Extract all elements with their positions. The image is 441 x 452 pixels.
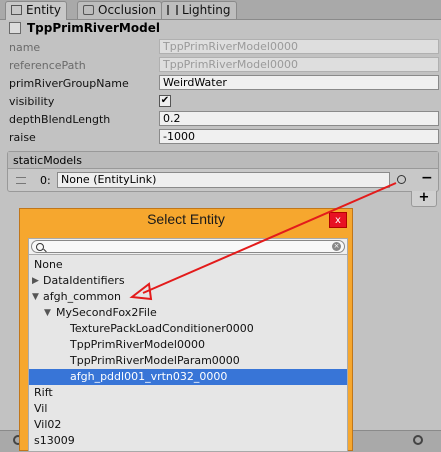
property-label: name xyxy=(9,41,41,54)
component-title: TppPrimRiverModel xyxy=(27,21,160,35)
tree-item-none[interactable]: None xyxy=(29,257,347,273)
component-header: TppPrimRiverModel xyxy=(0,19,441,37)
cube-icon xyxy=(83,5,94,15)
inspector-tab-bar: Entity Occlusion Lighting xyxy=(0,0,441,20)
raise-field[interactable]: -1000 xyxy=(159,129,439,144)
tree-item-tppprimrivermodelparam[interactable]: TppPrimRiverModelParam0000 xyxy=(29,353,347,369)
tab-occlusion[interactable]: Occlusion xyxy=(77,1,163,19)
settings-icon[interactable] xyxy=(413,435,423,445)
tree-item-label: Vil xyxy=(34,402,48,415)
tab-entity-label: Entity xyxy=(26,3,62,17)
tree-item-label: s13009 xyxy=(34,434,75,447)
search-icon xyxy=(36,243,44,251)
tab-entity[interactable]: Entity xyxy=(5,1,68,20)
referencepath-field: TppPrimRiverModel0000 xyxy=(159,57,439,72)
staticmodels-list: staticModels 0: None (EntityLink) − xyxy=(7,151,439,192)
tree-item-label: Rift xyxy=(34,386,53,399)
list-item-index: 0: xyxy=(40,174,51,187)
tab-occlusion-label: Occlusion xyxy=(98,3,157,17)
property-row-visibility: visibility ✔ xyxy=(9,92,441,110)
property-row-primrivergroupname: primRiverGroupName WeirdWater xyxy=(9,74,441,92)
entity-tree: None ▶ DataIdentifiers ▼ afgh_common ▼ M… xyxy=(28,255,348,451)
close-button[interactable]: x xyxy=(329,212,347,228)
property-label: referencePath xyxy=(9,59,86,72)
property-label: depthBlendLength xyxy=(9,113,111,126)
tree-item-label: TppPrimRiverModel0000 xyxy=(70,338,205,351)
entity-icon xyxy=(11,5,22,15)
tree-item-label: DataIdentifiers xyxy=(43,274,125,287)
sliders-icon xyxy=(167,5,178,15)
primrivergroupname-field[interactable]: WeirdWater xyxy=(159,75,439,90)
drag-handle-icon[interactable] xyxy=(16,177,26,184)
add-item-button[interactable]: + xyxy=(411,191,437,207)
tree-item-label: MySecondFox2File xyxy=(56,306,157,319)
tree-item-afgh-common[interactable]: ▼ afgh_common xyxy=(29,289,347,305)
staticmodels-label: staticModels xyxy=(13,154,82,167)
tree-item-label: TppPrimRiverModelParam0000 xyxy=(70,354,240,367)
expand-arrow-icon[interactable]: ▶ xyxy=(32,273,39,289)
tree-item-rift[interactable]: Rift xyxy=(29,385,347,401)
tree-item-tppprimrivermodel[interactable]: TppPrimRiverModel0000 xyxy=(29,337,347,353)
search-input[interactable]: × xyxy=(31,240,345,253)
object-picker-icon[interactable] xyxy=(397,175,406,184)
tab-lighting[interactable]: Lighting xyxy=(161,1,237,19)
visibility-checkbox[interactable]: ✔ xyxy=(159,95,171,107)
select-entity-dialog: Select Entity x × None ▶ DataIdentifiers… xyxy=(19,208,353,451)
tree-item-s13009[interactable]: s13009 xyxy=(29,433,347,449)
component-icon xyxy=(9,22,21,34)
remove-item-button[interactable]: − xyxy=(421,170,433,186)
name-field: TppPrimRiverModel0000 xyxy=(159,39,439,54)
tree-item-label: None xyxy=(34,258,63,271)
tree-item-mysecondfox2file[interactable]: ▼ MySecondFox2File xyxy=(29,305,347,321)
property-row-referencepath: referencePath TppPrimRiverModel0000 xyxy=(9,56,441,74)
clear-search-icon[interactable]: × xyxy=(332,242,341,251)
tree-item-texturepackloadconditioner[interactable]: TexturePackLoadConditioner0000 xyxy=(29,321,347,337)
entitylink-field[interactable]: None (EntityLink) xyxy=(57,172,390,188)
property-label: primRiverGroupName xyxy=(9,77,129,90)
property-row-depthblendlength: depthBlendLength 0.2 xyxy=(9,110,441,128)
depthblendlength-field[interactable]: 0.2 xyxy=(159,111,439,126)
collapse-arrow-icon[interactable]: ▼ xyxy=(44,305,51,321)
list-item: 0: None (EntityLink) − xyxy=(8,170,438,189)
property-row-raise: raise -1000 xyxy=(9,128,441,146)
search-bar: × xyxy=(28,238,348,255)
property-label: visibility xyxy=(9,95,55,108)
collapse-arrow-icon[interactable]: ▼ xyxy=(32,289,39,305)
tree-item-label: afgh_common xyxy=(43,290,121,303)
tree-item-label: Vil02 xyxy=(34,418,62,431)
staticmodels-header: staticModels xyxy=(8,152,438,169)
tree-item-afgh-pddl001-selected[interactable]: afgh_pddl001_vrtn032_0000 xyxy=(29,369,347,385)
tree-item-label: afgh_pddl001_vrtn032_0000 xyxy=(70,370,228,383)
property-label: raise xyxy=(9,131,36,144)
dialog-title: Select Entity xyxy=(147,211,225,227)
tree-item-vil[interactable]: Vil xyxy=(29,401,347,417)
tree-item-label: TexturePackLoadConditioner0000 xyxy=(70,322,254,335)
property-row-name: name TppPrimRiverModel0000 xyxy=(9,38,441,56)
tree-item-vil02[interactable]: Vil02 xyxy=(29,417,347,433)
tab-lighting-label: Lighting xyxy=(182,3,231,17)
tree-item-dataidentifiers[interactable]: ▶ DataIdentifiers xyxy=(29,273,347,289)
